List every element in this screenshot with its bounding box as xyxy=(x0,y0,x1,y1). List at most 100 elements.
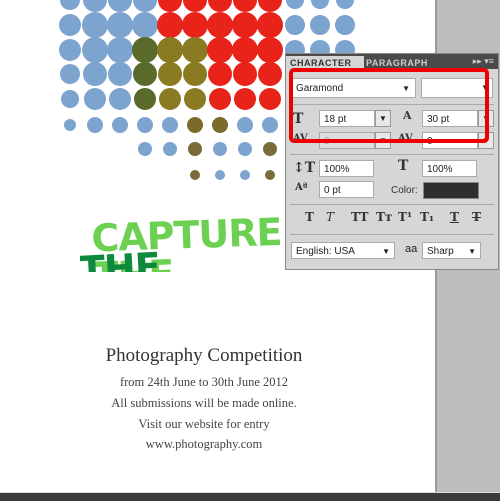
halftone-dot xyxy=(257,12,283,38)
highlight-box xyxy=(289,68,489,143)
halftone-dot xyxy=(109,88,131,110)
halftone-dot xyxy=(84,88,106,110)
halftone-dot xyxy=(159,88,181,110)
divider xyxy=(290,204,494,205)
color-label: Color: xyxy=(391,185,418,196)
horizontal-scale-icon: T xyxy=(398,158,409,174)
halftone-dot xyxy=(112,117,128,133)
divider xyxy=(290,234,494,235)
halftone-dot xyxy=(257,37,283,63)
halftone-dot xyxy=(215,170,225,180)
halftone-dot xyxy=(188,142,202,156)
halftone-dot xyxy=(237,117,253,133)
halftone-dot xyxy=(132,12,158,38)
halftone-dot xyxy=(238,142,252,156)
poster-dates: from 24th June to 30th June 2012 xyxy=(119,375,289,389)
faux-italic-button[interactable]: T xyxy=(326,210,334,224)
halftone-dot xyxy=(107,37,133,63)
halftone-dot xyxy=(107,12,133,38)
halftone-dot xyxy=(213,142,227,156)
baseline-shift-input[interactable]: 0 pt xyxy=(319,181,374,198)
halftone-dot xyxy=(258,62,282,86)
halftone-dot xyxy=(233,62,257,86)
halftone-dot xyxy=(61,90,79,108)
halftone-dot xyxy=(134,88,156,110)
halftone-dot xyxy=(83,0,107,12)
halftone-dot xyxy=(311,0,329,9)
halftone-dot xyxy=(163,142,177,156)
halftone-dot xyxy=(336,0,354,9)
halftone-dot xyxy=(310,15,330,35)
halftone-dot xyxy=(108,62,132,86)
small-caps-button[interactable]: Tт xyxy=(376,210,392,224)
color-swatch[interactable] xyxy=(423,182,479,199)
halftone-dot xyxy=(137,117,153,133)
baseline-shift-icon: Aª xyxy=(295,182,308,193)
halftone-dot xyxy=(133,0,157,12)
halftone-dot xyxy=(183,0,207,12)
halftone-dot xyxy=(108,0,132,12)
subscript-button[interactable]: T₁ xyxy=(420,210,434,224)
halftone-dot xyxy=(60,64,80,84)
halftone-dot xyxy=(208,0,232,12)
halftone-dot xyxy=(133,62,157,86)
underline-button[interactable]: T xyxy=(450,210,459,224)
halftone-dot xyxy=(158,0,182,12)
halftone-dot xyxy=(183,62,207,86)
antialias-select[interactable]: Sharp ▼ xyxy=(422,242,481,259)
halftone-dot xyxy=(232,37,258,63)
halftone-dot xyxy=(64,119,76,131)
vertical-scale-input[interactable]: 100% xyxy=(319,160,374,177)
chevron-down-icon: ▼ xyxy=(468,247,476,256)
poster-title: Photography Competition xyxy=(105,345,303,366)
divider xyxy=(290,154,494,155)
halftone-dot xyxy=(263,142,277,156)
halftone-dot xyxy=(265,170,275,180)
halftone-dot xyxy=(82,37,108,63)
vertical-scale-icon: ↕T xyxy=(293,160,316,176)
faux-bold-button[interactable]: T xyxy=(305,210,314,224)
halftone-dot xyxy=(60,0,80,10)
halftone-dot xyxy=(335,15,355,35)
halftone-dot xyxy=(83,62,107,86)
halftone-dot xyxy=(82,12,108,38)
halftone-dot xyxy=(259,88,281,110)
strikethrough-button[interactable]: T xyxy=(472,210,481,224)
halftone-dot xyxy=(182,12,208,38)
halftone-dot xyxy=(258,0,282,12)
halftone-dot xyxy=(132,37,158,63)
halftone-dot xyxy=(233,0,257,12)
halftone-dot xyxy=(240,170,250,180)
halftone-dot xyxy=(87,117,103,133)
poster-visit: Visit our website for entry xyxy=(138,417,270,431)
halftone-dot xyxy=(285,15,305,35)
chevron-down-icon: ▼ xyxy=(382,247,390,256)
halftone-dot xyxy=(157,37,183,63)
halftone-dot xyxy=(59,14,81,36)
halftone-dot xyxy=(208,62,232,86)
halftone-dot xyxy=(157,12,183,38)
halftone-dot xyxy=(59,39,81,61)
antialias-icon: aa xyxy=(405,243,418,255)
language-select[interactable]: English: USA ▼ xyxy=(291,242,395,259)
superscript-button[interactable]: T¹ xyxy=(398,210,412,224)
halftone-dot xyxy=(209,88,231,110)
halftone-dot xyxy=(138,142,152,156)
halftone-dot xyxy=(207,37,233,63)
halftone-dot xyxy=(232,12,258,38)
halftone-dot xyxy=(184,88,206,110)
all-caps-button[interactable]: TT xyxy=(351,210,368,224)
halftone-dot xyxy=(234,88,256,110)
halftone-dot xyxy=(212,117,228,133)
halftone-dot xyxy=(207,12,233,38)
antialias-value: Sharp xyxy=(427,246,454,257)
panel-menu-icon[interactable]: ▸▸ ▾≡ xyxy=(473,56,494,67)
halftone-dot xyxy=(182,37,208,63)
language-value: English: USA xyxy=(296,246,355,257)
halftone-dot xyxy=(158,62,182,86)
poster-submissions: All submissions will be made online. xyxy=(111,396,297,410)
halftone-dot xyxy=(262,117,278,133)
halftone-dot xyxy=(187,117,203,133)
horizontal-scale-input[interactable]: 100% xyxy=(422,160,477,177)
poster-url: www.photography.com xyxy=(145,437,263,451)
